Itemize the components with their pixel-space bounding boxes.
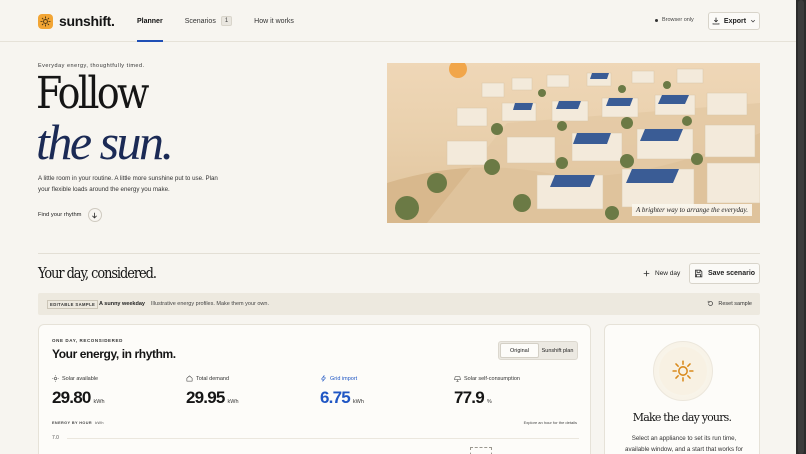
toggle-original[interactable]: Original: [500, 343, 539, 358]
stat-value: 29.95: [186, 388, 225, 407]
reset-sample-label: Reset sample: [718, 300, 752, 307]
side-card-description: Select an appliance to set its run time,…: [625, 435, 743, 453]
status-dot-icon: [655, 18, 658, 22]
find-rhythm-label: Find your rhythm: [38, 212, 82, 218]
appliance-prompt-card: Make the day yours. Select an appliance …: [604, 324, 760, 454]
card-title: Your energy, in rhythm.: [52, 347, 176, 361]
new-day-button[interactable]: New day: [643, 270, 680, 277]
save-icon: [695, 269, 703, 278]
main-nav: Planner Scenarios 1 How it works: [137, 0, 316, 42]
sun-icon: [52, 375, 59, 382]
day-section-title: Your day, considered.: [38, 264, 157, 282]
browser-only-status: Browser only: [655, 17, 694, 23]
nav-label: How it works: [254, 17, 294, 25]
sun-badge: [653, 341, 713, 401]
nav-label: Planner: [137, 17, 163, 25]
hour-hover-box[interactable]: [470, 447, 492, 454]
toggle-sunshift-plan[interactable]: Sunshift plan: [539, 343, 576, 358]
stat-value: 29.80: [52, 388, 91, 407]
energy-summary-card: ONE DAY, RECONSIDERED Your energy, in rh…: [38, 324, 591, 454]
sun-logo-icon: [38, 13, 53, 29]
village-illustration: [387, 63, 760, 223]
export-label: Export: [723, 17, 747, 25]
nav-label: Scenarios: [184, 17, 216, 25]
chart-unit: kWh: [95, 421, 104, 425]
page: sunshift. Planner Scenarios 1 How it work…: [0, 0, 796, 454]
stat-total-demand: Total demand 29.95 kWh: [186, 375, 239, 408]
logo[interactable]: sunshift.: [38, 13, 115, 29]
new-day-label: New day: [655, 270, 681, 277]
stat-label: Solar self-consumption: [464, 375, 520, 382]
section-divider: [38, 253, 760, 254]
hero-image-caption: A brighter way to arrange the everyday.: [631, 204, 752, 216]
chart-label-text: ENERGY BY HOUR: [52, 421, 93, 425]
solar-panel-icon: [454, 376, 461, 382]
explore-hint: Explore an hour for the details: [523, 420, 577, 425]
hero-title-line1: Follow: [36, 68, 149, 119]
stat-label: Solar available: [62, 375, 99, 382]
scrollbar-thumb[interactable]: [798, 0, 804, 454]
download-icon: [712, 17, 720, 25]
chart-gridline: [67, 438, 579, 439]
stat-value: 6.75: [320, 388, 351, 407]
top-header: sunshift. Planner Scenarios 1 How it work…: [0, 0, 796, 42]
page-scrollbar[interactable]: [796, 0, 806, 454]
stat-unit: kWh: [227, 399, 239, 405]
nav-how-it-works[interactable]: How it works: [254, 0, 294, 42]
logo-text: sunshift.: [59, 13, 115, 29]
hero-description: A little room in your routine. A little …: [38, 175, 218, 193]
sample-note: Illustrative energy profiles. Make them …: [151, 301, 269, 307]
hero-village-image: A brighter way to arrange the everyday.: [387, 63, 760, 223]
stat-grid-import: Grid import 6.75 kWh: [320, 375, 364, 408]
nav-scenarios[interactable]: Scenarios 1: [184, 0, 233, 42]
lightning-icon: [320, 375, 327, 382]
stat-value: 77.9: [454, 388, 485, 407]
sample-bar: EDITABLE SAMPLE A sunny weekday Illustra…: [38, 293, 760, 315]
find-rhythm-link[interactable]: Find your rhythm: [38, 208, 102, 222]
card-eyebrow: ONE DAY, RECONSIDERED: [52, 338, 123, 343]
scenarios-count-badge: 1: [220, 16, 233, 26]
stat-solar-available: Solar available 29.80 kWh: [52, 375, 105, 408]
stat-self-consumption: Solar self-consumption 77.9%: [454, 375, 520, 408]
browser-only-label: Browser only: [662, 17, 694, 23]
nav-planner[interactable]: Planner: [137, 0, 163, 42]
y-axis-tick: 7.0: [52, 435, 59, 441]
sun-icon: [672, 360, 694, 382]
editable-sample-tag: EDITABLE SAMPLE: [47, 300, 99, 309]
chevron-down-icon: [751, 19, 756, 23]
plan-toggle: Original Sunshift plan: [498, 341, 578, 360]
home-icon: [186, 375, 193, 382]
sample-name: A sunny weekday: [99, 301, 145, 307]
chart-label: ENERGY BY HOUR kWh: [52, 421, 104, 425]
export-button[interactable]: Export: [708, 12, 760, 30]
arrow-down-icon: [87, 208, 102, 222]
reset-icon: [708, 300, 714, 306]
stat-unit: %: [486, 399, 492, 405]
stat-unit: kWh: [352, 399, 364, 405]
stat-label: Total demand: [196, 375, 230, 382]
plus-icon: [643, 270, 650, 277]
reset-sample-button[interactable]: Reset sample: [707, 300, 752, 307]
side-card-title: Make the day yours.: [632, 411, 732, 424]
hero-title-line2: the sun.: [36, 114, 174, 170]
save-scenario-label: Save scenario: [707, 270, 756, 277]
save-scenario-button[interactable]: Save scenario: [689, 263, 760, 284]
stat-label: Grid import: [330, 375, 358, 382]
stat-unit: kWh: [93, 399, 105, 405]
